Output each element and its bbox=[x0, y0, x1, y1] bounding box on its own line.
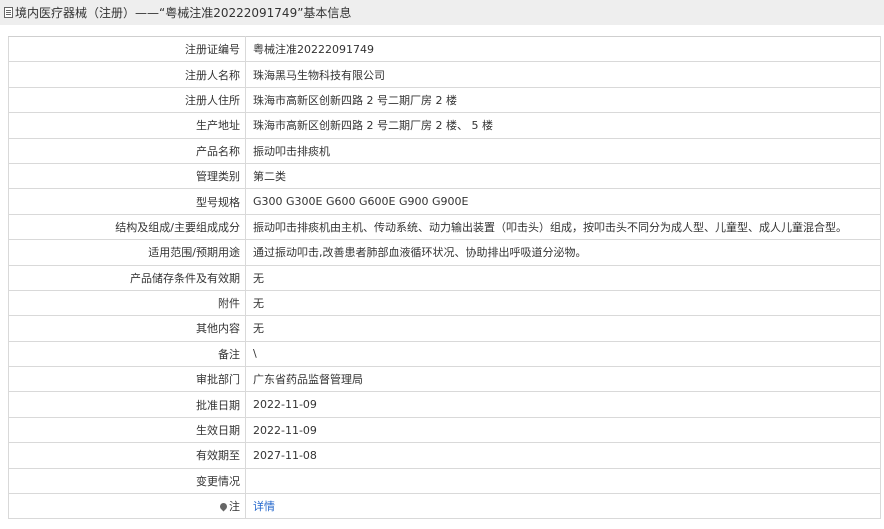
table-row: 注册证编号 粤械注准20222091749 bbox=[8, 35, 881, 63]
row-value: G300 G300E G600 G600E G900 G900E bbox=[245, 188, 881, 215]
row-label: 结构及组成/主要组成成分 bbox=[8, 213, 246, 241]
row-label: 管理类别 bbox=[8, 162, 246, 190]
table-row: 其他内容 无 bbox=[8, 315, 881, 342]
row-label: 备注 bbox=[8, 340, 246, 368]
row-value: \ bbox=[245, 340, 881, 368]
row-label: 其他内容 bbox=[8, 315, 246, 342]
row-value: 无 bbox=[245, 315, 881, 342]
row-label: 注册证编号 bbox=[8, 35, 246, 63]
row-label: 生效日期 bbox=[8, 416, 246, 444]
table-row: 适用范围/预期用途 通过振动叩击,改善患者肺部血液循环状况、协助排出呼吸道分泌物… bbox=[8, 239, 881, 266]
info-table: 注册证编号 粤械注准20222091749 注册人名称 珠海黑马生物科技有限公司… bbox=[8, 35, 881, 520]
row-value: 珠海黑马生物科技有限公司 bbox=[245, 61, 881, 88]
row-value: 2022-11-09 bbox=[245, 391, 881, 418]
row-value: 粤械注准20222091749 bbox=[245, 35, 881, 63]
page-title-bar: 境内医疗器械（注册）——“粤械注准20222091749”基本信息 bbox=[0, 0, 884, 25]
table-row: 批准日期 2022-11-09 bbox=[8, 391, 881, 418]
row-label: 审批部门 bbox=[8, 366, 246, 393]
table-row: 变更情况 bbox=[8, 467, 881, 495]
table-row: 注册人住所 珠海市高新区创新四路 2 号二期厂房 2 楼 bbox=[8, 86, 881, 114]
row-label: 型号规格 bbox=[8, 188, 246, 215]
note-label: 注 bbox=[229, 500, 240, 514]
row-value: 2022-11-09 bbox=[245, 416, 881, 444]
row-label: 有效期至 bbox=[8, 442, 246, 469]
note-row: 注 详情 bbox=[8, 493, 881, 520]
row-value: 珠海市高新区创新四路 2 号二期厂房 2 楼 bbox=[245, 86, 881, 114]
table-row: 产品储存条件及有效期 无 bbox=[8, 264, 881, 291]
details-link[interactable]: 详情 bbox=[253, 500, 275, 513]
table-row: 生产地址 珠海市高新区创新四路 2 号二期厂房 2 楼、 5 楼 bbox=[8, 112, 881, 139]
row-value: 2027-11-08 bbox=[245, 442, 881, 469]
row-value: 第二类 bbox=[245, 162, 881, 190]
row-value: 无 bbox=[245, 289, 881, 317]
document-icon bbox=[4, 7, 13, 18]
table-row: 附件 无 bbox=[8, 289, 881, 317]
table-row: 结构及组成/主要组成成分 振动叩击排痰机由主机、传动系统、动力输出装置（叩击头）… bbox=[8, 213, 881, 241]
row-value: 振动叩击排痰机 bbox=[245, 137, 881, 164]
row-value: 振动叩击排痰机由主机、传动系统、动力输出装置（叩击头）组成，按叩击头不同分为成人… bbox=[245, 213, 881, 241]
table-row: 管理类别 第二类 bbox=[8, 162, 881, 190]
table-row: 产品名称 振动叩击排痰机 bbox=[8, 137, 881, 164]
table-row: 备注 \ bbox=[8, 340, 881, 368]
table-row: 生效日期 2022-11-09 bbox=[8, 416, 881, 444]
table-row: 有效期至 2027-11-08 bbox=[8, 442, 881, 469]
row-label: 适用范围/预期用途 bbox=[8, 239, 246, 266]
row-label: 注册人名称 bbox=[8, 61, 246, 88]
table-row: 注册人名称 珠海黑马生物科技有限公司 bbox=[8, 61, 881, 88]
row-label: 生产地址 bbox=[8, 112, 246, 139]
row-label: 注册人住所 bbox=[8, 86, 246, 114]
table-row: 型号规格 G300 G300E G600 G600E G900 G900E bbox=[8, 188, 881, 215]
row-value: 无 bbox=[245, 264, 881, 291]
row-label: 附件 bbox=[8, 289, 246, 317]
row-value: 广东省药品监督管理局 bbox=[245, 366, 881, 393]
note-label-cell: 注 bbox=[8, 493, 246, 520]
row-label: 产品名称 bbox=[8, 137, 246, 164]
page-title: 境内医疗器械（注册）——“粤械注准20222091749”基本信息 bbox=[15, 6, 352, 20]
row-label: 产品储存条件及有效期 bbox=[8, 264, 246, 291]
row-label: 变更情况 bbox=[8, 467, 246, 495]
table-row: 审批部门 广东省药品监督管理局 bbox=[8, 366, 881, 393]
row-value bbox=[245, 467, 881, 495]
note-value-cell: 详情 bbox=[245, 493, 881, 520]
row-value: 珠海市高新区创新四路 2 号二期厂房 2 楼、 5 楼 bbox=[245, 112, 881, 139]
row-value: 通过振动叩击,改善患者肺部血液循环状况、协助排出呼吸道分泌物。 bbox=[245, 239, 881, 266]
pin-icon bbox=[218, 501, 229, 512]
row-label: 批准日期 bbox=[8, 391, 246, 418]
